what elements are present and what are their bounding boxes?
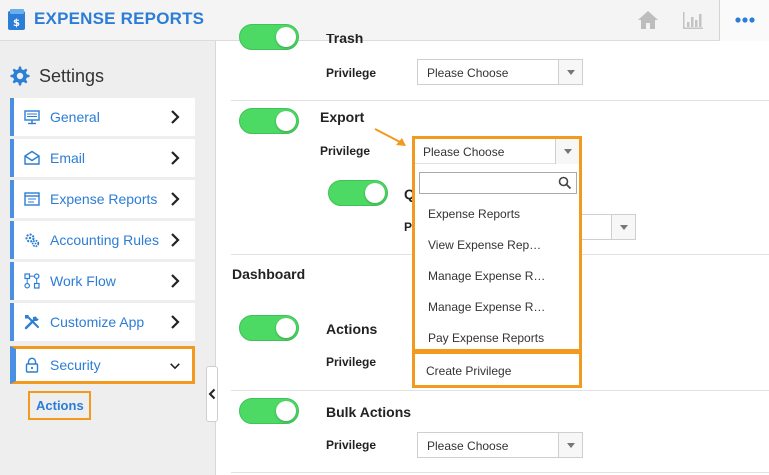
sidebar-item-security[interactable]: Security	[10, 346, 195, 384]
select-arrow-icon	[611, 215, 635, 239]
sidebar-item-expense-reports[interactable]: Expense Reports	[10, 180, 195, 218]
sidebar-item-label: General	[50, 109, 100, 125]
chevron-right-icon	[171, 315, 180, 329]
dropdown-selected[interactable]: Please Choose	[415, 139, 579, 164]
sidebar-subitem-label: Actions	[36, 398, 84, 413]
actions-title: Actions	[326, 321, 378, 337]
tools-icon	[24, 315, 39, 330]
select-arrow-icon	[558, 60, 582, 84]
chevron-right-icon	[171, 274, 180, 288]
create-privilege-label: Create Privilege	[426, 364, 512, 378]
sidebar-item-general[interactable]: General	[10, 98, 195, 136]
dropdown-option[interactable]: Expense Reports	[428, 207, 520, 221]
settings-title: Settings	[39, 66, 105, 86]
select-value: Please Choose	[427, 439, 509, 453]
app-header: $ EXPENSE REPORTS	[0, 0, 769, 41]
sidebar-item-accounting-rules[interactable]: Accounting Rules	[10, 221, 195, 259]
select-arrow-icon	[558, 433, 582, 457]
bulk-actions-privilege-label: Privilege	[326, 438, 377, 452]
actions-privilege-label: Privilege	[326, 355, 377, 369]
sidebar-item-customize-app[interactable]: Customize App	[10, 303, 195, 341]
bar-chart-icon[interactable]	[680, 8, 706, 32]
sidebar-item-label: Accounting Rules	[50, 232, 159, 248]
lock-icon	[25, 357, 39, 373]
dropdown-option[interactable]: Manage Expense R…	[428, 300, 545, 314]
trash-privilege-select[interactable]: Please Choose	[417, 59, 583, 85]
window-list-icon	[24, 192, 40, 206]
chevron-left-icon	[208, 388, 216, 400]
monitor-icon	[24, 110, 40, 125]
sidebar-subitem-actions[interactable]: Actions	[28, 391, 91, 420]
gear-icon	[10, 66, 30, 86]
section-divider	[231, 472, 769, 473]
select-value: Please Choose	[423, 145, 505, 159]
pointer-arrow-icon	[374, 128, 406, 146]
sidebar-item-label: Customize App	[50, 314, 145, 330]
dropdown-option[interactable]: View Expense Rep…	[428, 238, 541, 252]
home-icon[interactable]	[635, 8, 661, 32]
dropdown-option[interactable]: Manage Expense R…	[428, 269, 545, 283]
select-arrow-icon	[555, 139, 579, 164]
sidebar-item-label: Security	[50, 357, 101, 373]
svg-text:$: $	[13, 18, 20, 29]
select-value: Please Choose	[427, 66, 509, 80]
settings-sidebar: Settings General Email Expense Reports A…	[0, 41, 216, 475]
sidebar-item-email[interactable]: Email	[10, 139, 195, 177]
sidebar-collapse-toggle[interactable]	[206, 366, 218, 422]
wallet-dollar-icon: $	[8, 9, 25, 30]
trash-privilege-label: Privilege	[326, 66, 377, 80]
export-privilege-dropdown[interactable]: Please Choose Expense Reports View Expen…	[412, 136, 582, 352]
section-divider	[231, 390, 769, 391]
chevron-down-icon	[170, 363, 180, 370]
export-privilege-label: Privilege	[320, 144, 371, 158]
actions-toggle[interactable]	[239, 315, 299, 341]
dropdown-search-input[interactable]	[419, 172, 577, 194]
bulk-actions-title: Bulk Actions	[326, 404, 412, 420]
sidebar-item-label: Email	[50, 150, 86, 166]
workflow-icon	[24, 273, 40, 289]
export-title: Export	[320, 109, 365, 125]
chevron-right-icon	[171, 192, 180, 206]
envelope-icon	[24, 150, 40, 165]
sidebar-item-label: Expense Reports	[50, 191, 158, 207]
chevron-right-icon	[171, 233, 180, 247]
chevron-right-icon	[171, 151, 180, 165]
export-toggle[interactable]	[239, 108, 299, 134]
bulk-actions-privilege-select[interactable]: Please Choose	[417, 432, 583, 458]
bulk-actions-toggle[interactable]	[239, 398, 299, 424]
more-options-button[interactable]	[719, 0, 769, 41]
section-divider	[231, 100, 769, 101]
app-title: EXPENSE REPORTS	[34, 9, 205, 28]
sidebar-item-work-flow[interactable]: Work Flow	[10, 262, 195, 300]
trash-toggle[interactable]	[239, 24, 299, 50]
chevron-right-icon	[171, 110, 180, 124]
dropdown-option[interactable]: Pay Expense Reports	[428, 331, 544, 345]
more-dots-icon	[735, 17, 755, 23]
sidebar-item-label: Work Flow	[50, 273, 116, 289]
gear-settings-icon	[25, 233, 40, 248]
create-privilege-option[interactable]: Create Privilege	[412, 351, 582, 388]
export-sub-toggle[interactable]	[328, 180, 388, 206]
dashboard-section-title: Dashboard	[232, 266, 306, 282]
search-icon	[558, 176, 572, 190]
export-sub-privilege-label: P	[404, 220, 413, 234]
